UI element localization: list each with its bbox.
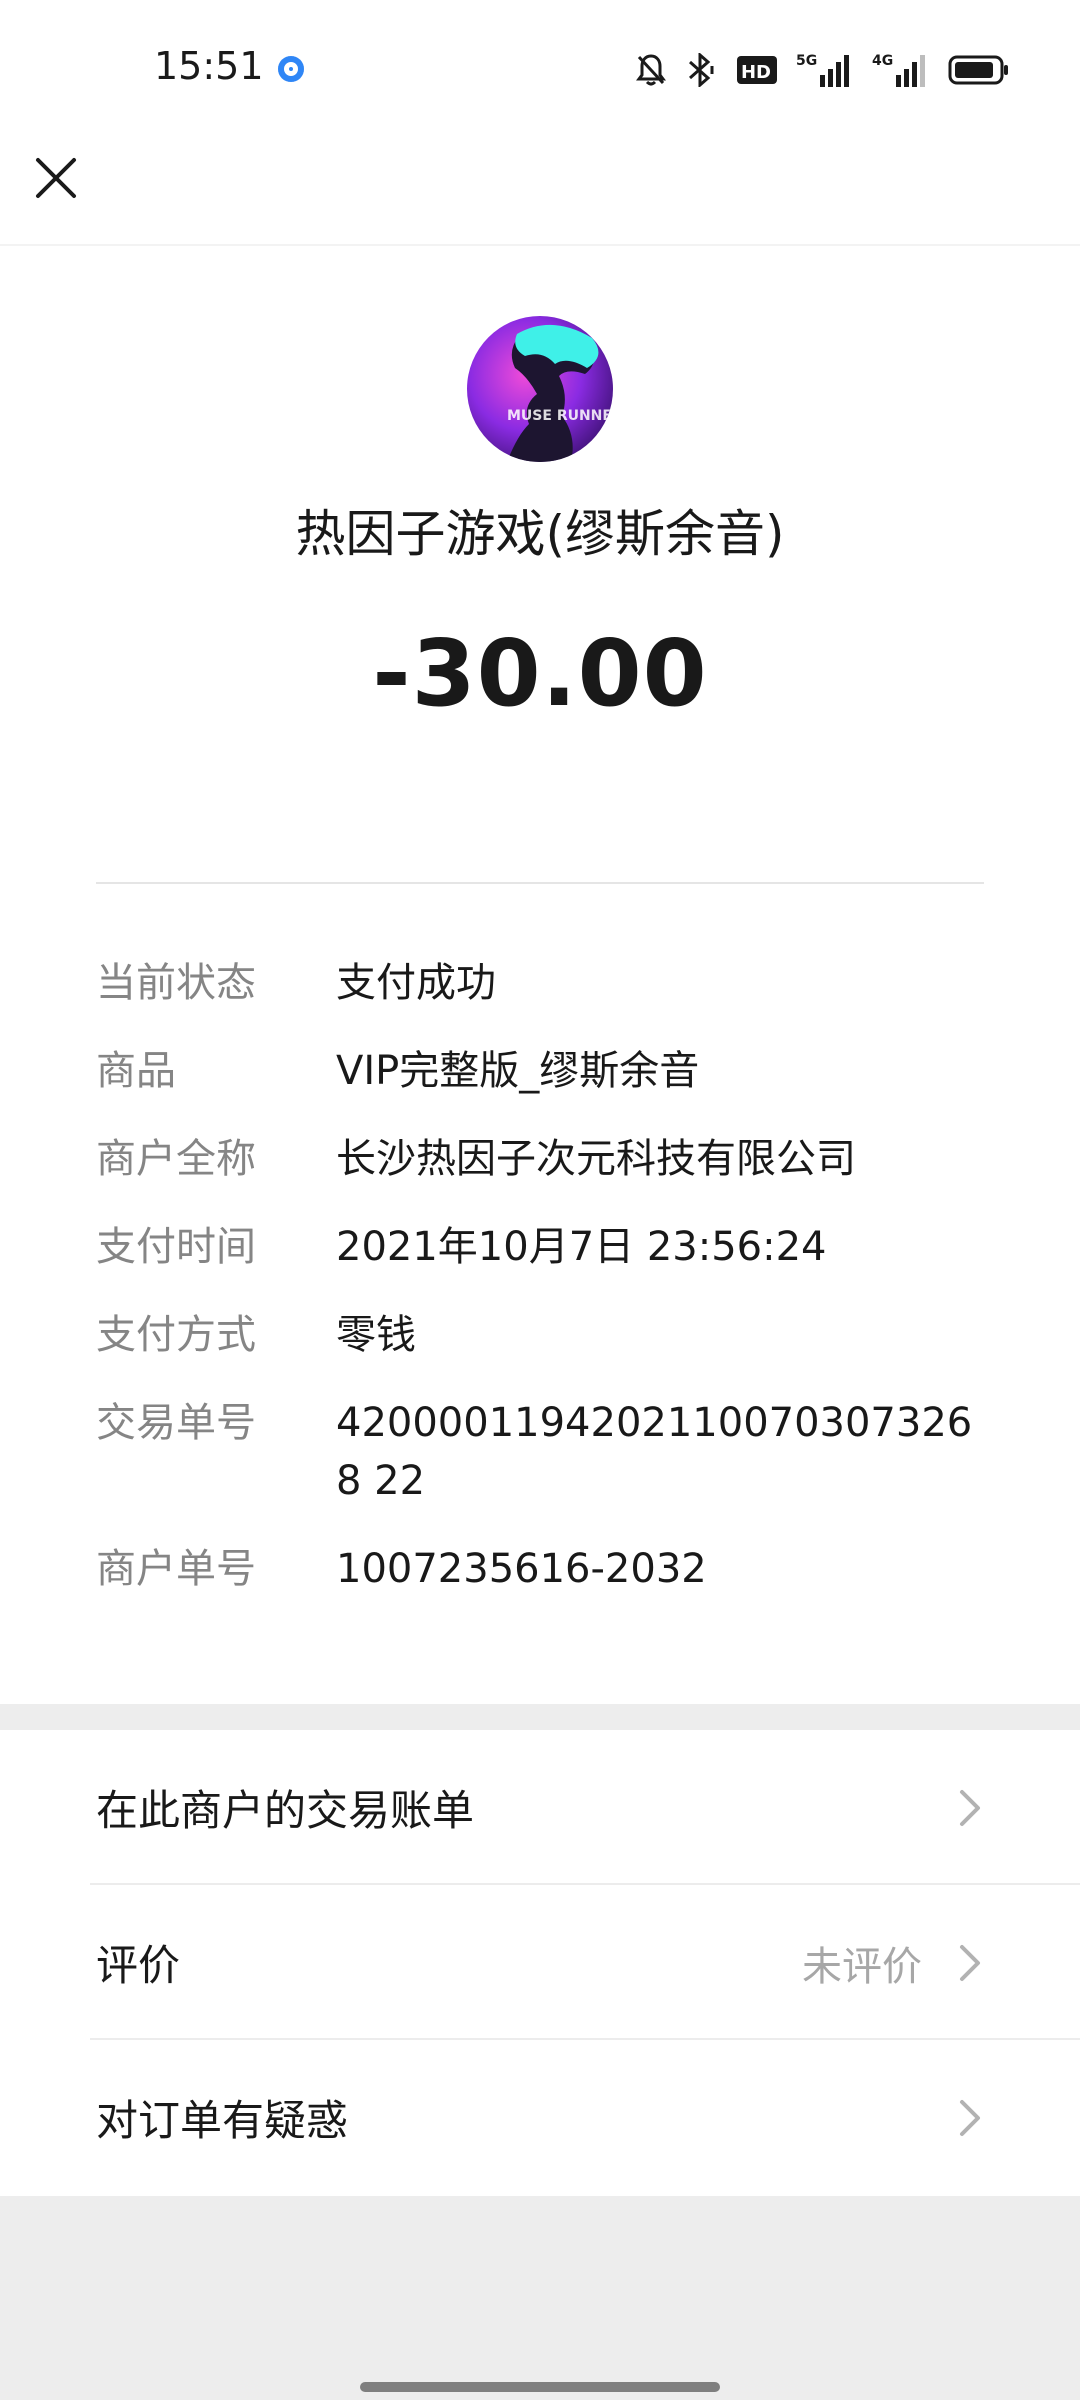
close-button[interactable] xyxy=(28,150,84,206)
5g-signal-icon: 5G xyxy=(796,53,849,87)
review-item[interactable]: 评价 未评价 xyxy=(0,1885,1080,2040)
detail-label: 商户全称 xyxy=(96,1136,256,1182)
merchant-name: 热因子游戏(缪斯余音) xyxy=(295,505,785,563)
detail-row-method: 支付方式 零钱 xyxy=(96,1310,996,1364)
chevron-right-icon xyxy=(960,1945,980,1981)
bottom-background xyxy=(0,2196,1080,2400)
action-list: 在此商户的交易账单 评价 未评价 对订单有疑惑 xyxy=(0,1730,1080,2195)
order-question-item[interactable]: 对订单有疑惑 xyxy=(0,2040,1080,2195)
4g-signal-icon: 4G xyxy=(872,53,925,87)
section-divider xyxy=(96,882,984,884)
detail-label: 当前状态 xyxy=(96,960,256,1006)
detail-value[interactable]: 42000011942021100703073268 22 xyxy=(336,1394,996,1510)
detail-row-merchant-order-id: 商户单号 1007235616-2032 xyxy=(96,1544,996,1598)
svg-text:MUSE RUNNER: MUSE RUNNER xyxy=(507,408,613,424)
home-indicator[interactable] xyxy=(360,2382,720,2392)
battery-icon xyxy=(948,55,1008,85)
payment-amount: -30.00 xyxy=(372,620,708,727)
status-icons: HD 5G 4G xyxy=(636,50,1010,90)
review-status: 未评价 xyxy=(802,1943,922,1990)
detail-label: 交易单号 xyxy=(96,1400,256,1446)
list-item-label: 对订单有疑惑 xyxy=(96,2096,349,2145)
detail-row-product: 商品 VIP完整版_缪斯余音 xyxy=(96,1046,996,1100)
section-gap xyxy=(0,1704,1080,1730)
close-icon xyxy=(36,158,76,198)
merchant-bills-item[interactable]: 在此商户的交易账单 xyxy=(0,1730,1080,1885)
detail-label: 商户单号 xyxy=(96,1546,256,1592)
header-divider xyxy=(0,244,1080,246)
notification-dot-icon xyxy=(278,56,304,82)
detail-row-time: 支付时间 2021年10月7日 23:56:24 xyxy=(96,1222,996,1276)
list-item-label: 在此商户的交易账单 xyxy=(96,1786,475,1835)
status-bar: 15:51 HD 5G 4G xyxy=(0,0,1080,140)
transaction-details: 当前状态 支付成功 商品 VIP完整版_缪斯余音 商户全称 长沙热因子次元科技有… xyxy=(96,958,996,1632)
merchant-avatar: MUSE RUNNER xyxy=(467,316,613,462)
chevron-right-icon xyxy=(960,2100,980,2136)
list-item-label: 评价 xyxy=(96,1941,181,1990)
detail-value: 2021年10月7日 23:56:24 xyxy=(336,1224,827,1270)
mute-bell-icon xyxy=(636,54,666,86)
chevron-right-icon xyxy=(960,1790,980,1826)
detail-row-merchant: 商户全称 长沙热因子次元科技有限公司 xyxy=(96,1134,996,1188)
detail-value: 支付成功 xyxy=(336,960,496,1006)
bluetooth-icon xyxy=(689,53,714,87)
detail-value: 零钱 xyxy=(336,1312,416,1358)
svg-text:HD: HD xyxy=(741,62,771,83)
detail-value: 长沙热因子次元科技有限公司 xyxy=(336,1136,856,1182)
detail-label: 支付时间 xyxy=(96,1224,256,1270)
status-time: 15:51 xyxy=(154,44,264,88)
detail-value: VIP完整版_缪斯余音 xyxy=(336,1048,700,1094)
detail-row-transaction-id: 交易单号 42000011942021100703073268 22 xyxy=(96,1398,996,1510)
detail-label: 商品 xyxy=(96,1048,176,1094)
svg-text:5G: 5G xyxy=(796,53,817,69)
detail-label: 支付方式 xyxy=(96,1312,256,1358)
hd-icon: HD xyxy=(737,56,777,84)
detail-value[interactable]: 1007235616-2032 xyxy=(336,1540,996,1598)
detail-row-status: 当前状态 支付成功 xyxy=(96,958,996,1012)
svg-text:4G: 4G xyxy=(872,53,893,69)
